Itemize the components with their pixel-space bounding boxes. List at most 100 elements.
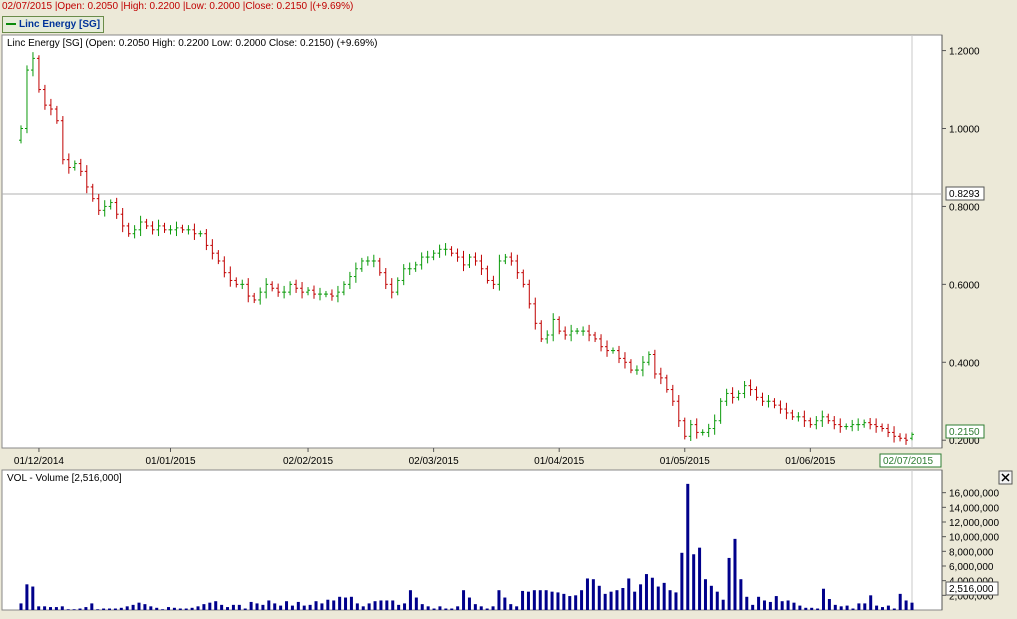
volume-bar [220,604,224,610]
volume-bar [84,607,88,610]
date-tick-label: 01/12/2014 [14,456,64,467]
volume-bar [591,579,595,610]
volume-bar [290,605,294,610]
volume-bar [715,591,719,610]
volume-bar [515,606,519,610]
volume-bar [397,604,401,610]
last-price-text: 0.2150 [949,427,980,438]
volume-bar [426,606,430,610]
volume-bar [580,590,584,610]
volume-bar [869,595,873,610]
volume-bar [226,607,230,610]
volume-bar [656,586,660,610]
volume-tick-label: 16,000,000 [949,489,999,500]
volume-bar [833,604,837,610]
volume-bar [19,603,23,610]
volume-bar [509,604,513,610]
volume-bar [762,600,766,610]
volume-bar [804,607,808,610]
price-tick-label: 0.8000 [949,202,980,213]
volume-bar [373,601,377,610]
volume-bar [202,604,206,610]
volume-bar [863,603,867,610]
volume-bar [603,593,607,610]
volume-bar [721,599,725,610]
volume-bar [703,579,707,610]
volume-bar [462,590,466,610]
chart-canvas[interactable]: Linc Energy [SG] (Open: 0.2050 High: 0.2… [0,0,1017,619]
volume-bar [125,606,129,610]
volume-bar [450,608,454,610]
volume-bar [96,609,100,610]
volume-bar [131,604,135,610]
volume-bar [326,599,330,610]
volume-bar [562,593,566,610]
volume-bar [60,606,64,610]
volume-bar [792,602,796,610]
volume-bar [497,590,501,610]
volume-bar [680,552,684,610]
volume-bar [886,605,890,610]
volume-bar [733,538,737,610]
volume-bar [273,603,277,610]
volume-tick-label: 8,000,000 [949,547,994,558]
volume-bar [904,600,908,610]
crosshair-value-label: 0.8293 [945,186,985,201]
volume-bar [644,574,648,610]
volume-bar [668,590,672,610]
volume-bar [880,607,884,610]
volume-bar [650,577,654,610]
volume-bar [285,601,289,610]
volume-bar [438,606,442,610]
volume-bar [249,601,253,610]
date-tick-label: 01/06/2015 [785,456,835,467]
volume-bar [597,585,601,610]
volume-bar [149,606,153,610]
volume-bar [639,584,643,610]
volume-bar [568,596,572,610]
volume-bar [526,591,530,610]
date-tick-label: 01/05/2015 [660,456,710,467]
price-tick-label: 1.0000 [949,125,980,136]
volume-bar [261,604,265,610]
volume-last-label: 2,516,000 [945,581,999,596]
volume-plot-area[interactable] [1,469,943,611]
volume-bar [768,601,772,610]
volume-bar [786,600,790,610]
volume-bar [609,591,613,610]
last-date-text: 02/07/2015 [883,456,933,467]
volume-bar [214,601,218,610]
volume-bar [898,593,902,610]
volume-bar [54,607,58,610]
volume-bar [544,590,548,610]
volume-bar [308,604,312,610]
volume-last-text: 2,516,000 [949,584,994,595]
volume-bar [503,597,507,610]
volume-bar [25,584,29,610]
volume-bar [827,599,831,610]
date-tick-label: 01/04/2015 [534,456,584,467]
volume-bar [184,608,188,610]
volume-bar [344,597,348,610]
volume-bar [532,590,536,610]
price-plot-area[interactable] [1,34,943,449]
volume-bar [113,608,117,610]
price-tick-label: 0.4000 [949,358,980,369]
last-price-label: 0.2150 [945,424,985,439]
volume-bar [37,606,41,610]
volume-bar [66,609,70,610]
volume-bar [155,607,159,610]
price-panel-title: Linc Energy [SG] (Open: 0.2050 High: 0.2… [7,38,378,49]
volume-bar [816,608,820,610]
volume-bar [143,604,147,610]
volume-bar [473,604,477,610]
close-panel-button[interactable] [998,470,1013,485]
volume-bar [349,596,353,610]
volume-bar [172,607,176,610]
volume-bar [851,608,855,610]
volume-bar [49,607,53,610]
volume-bar [408,590,412,610]
volume-bar [255,603,259,610]
price-tick-label: 0.6000 [949,280,980,291]
volume-tick-label: 10,000,000 [949,533,999,544]
